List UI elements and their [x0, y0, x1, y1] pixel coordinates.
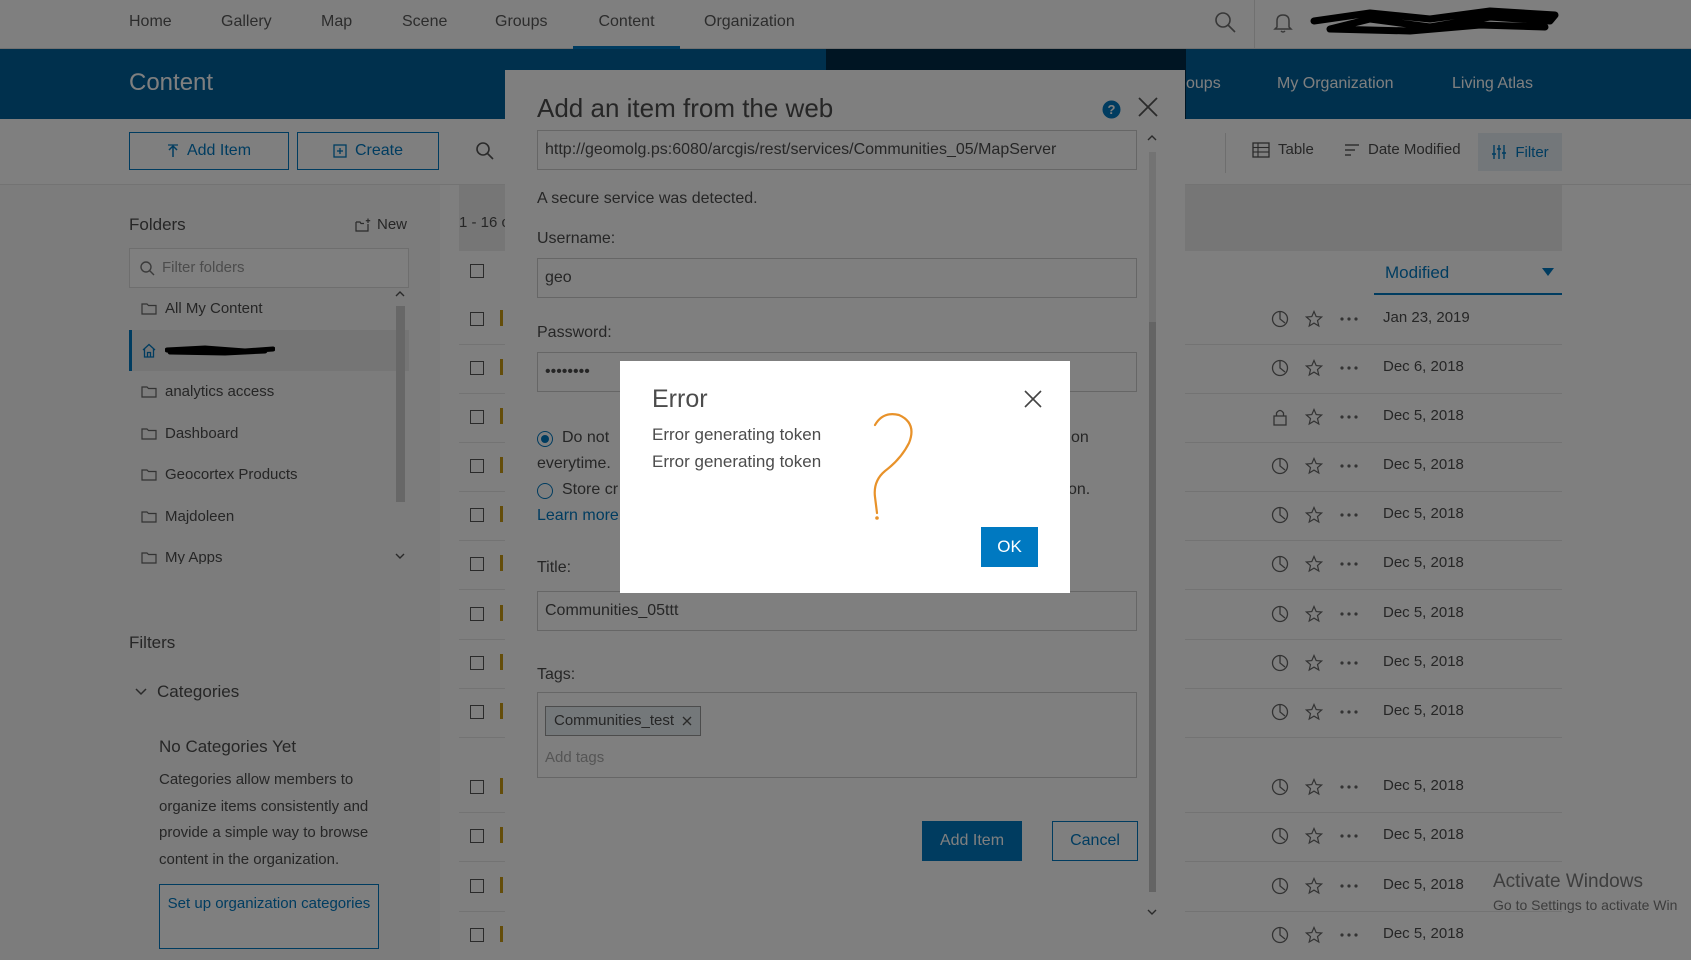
ok-button[interactable]: OK: [981, 527, 1038, 567]
close-icon[interactable]: [1023, 389, 1043, 409]
question-mark-annotation: [873, 413, 913, 520]
error-dialog: Error Error generating token Error gener…: [620, 361, 1070, 593]
error-message: Error generating token: [652, 425, 822, 444]
error-title: Error: [652, 385, 708, 413]
error-message: Error generating token: [652, 452, 822, 471]
